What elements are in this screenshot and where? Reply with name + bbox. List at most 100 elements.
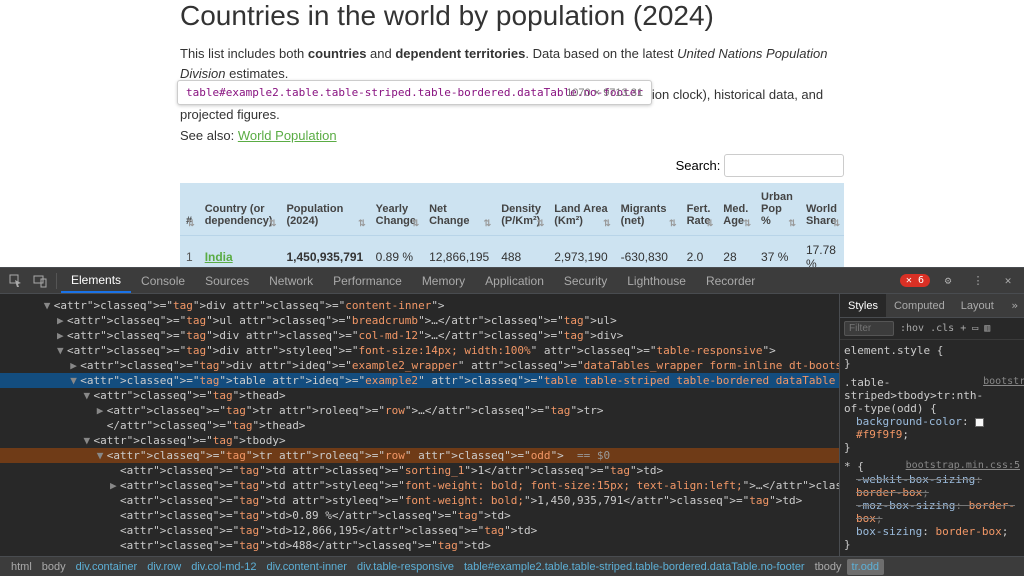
css-rule[interactable]: element.style {}: [844, 344, 1020, 370]
dom-node[interactable]: <attr">classeq">="tag">td attr">classeq"…: [0, 463, 839, 478]
column-header[interactable]: Density (P/Km²)⇅: [495, 183, 548, 236]
world-population-link[interactable]: World Population: [238, 128, 337, 143]
inspector-tooltip: table#example2.table.table-striped.table…: [177, 80, 652, 105]
sort-icon: ⇅: [788, 220, 796, 227]
sort-icon: ⇅: [269, 220, 277, 227]
breadcrumb-item[interactable]: tr.odd: [847, 559, 885, 575]
devtools-tab[interactable]: Network: [259, 268, 323, 293]
sort-icon: ⇅: [603, 220, 611, 227]
dom-node[interactable]: ▶<attr">classeq">="tag">tr attr">roleeq"…: [0, 403, 839, 418]
devtools-tab[interactable]: Performance: [323, 268, 412, 293]
sort-icon: ⇅: [832, 220, 840, 227]
dom-node[interactable]: <attr">classeq">="tag">td>488</attr">cla…: [0, 538, 839, 553]
styles-panel: StylesComputedLayout» :hov .cls + ▭ ▥ el…: [839, 294, 1024, 556]
table-cell: 488: [495, 235, 548, 267]
breadcrumb-item[interactable]: div.col-md-12: [186, 559, 261, 575]
dom-breadcrumb[interactable]: htmlbodydiv.containerdiv.rowdiv.col-md-1…: [0, 556, 1024, 576]
breadcrumb-item[interactable]: div.content-inner: [261, 559, 352, 575]
column-header[interactable]: Net Change⇅: [423, 183, 495, 236]
close-icon[interactable]: ✕: [1000, 273, 1016, 289]
column-header[interactable]: Country (or dependency)⇅: [199, 183, 281, 236]
sort-icon: ⇅: [706, 220, 714, 227]
column-header[interactable]: #⇅: [180, 183, 199, 236]
styles-tab[interactable]: Computed: [886, 294, 953, 317]
dom-tree[interactable]: ▼<attr">classeq">="tag">div attr">classe…: [0, 294, 839, 556]
dom-node[interactable]: ▶<attr">classeq">="tag">td attr">styleeq…: [0, 478, 839, 493]
styles-tab[interactable]: Styles: [840, 294, 886, 317]
sort-icon: ⇅: [537, 220, 545, 227]
country-link[interactable]: India: [205, 250, 233, 264]
population-table: #⇅Country (or dependency)⇅Population (20…: [180, 183, 844, 268]
dom-node[interactable]: </attr">classeq">="tag">thead>: [0, 418, 839, 433]
settings-icon[interactable]: ⚙: [940, 273, 956, 289]
dom-node[interactable]: ▶<attr">classeq">="tag">div attr">classe…: [0, 328, 839, 343]
dom-node[interactable]: <attr">classeq">="tag">td>0.89 %</attr">…: [0, 508, 839, 523]
breadcrumb-item[interactable]: tbody: [810, 559, 847, 575]
devtools-tab[interactable]: Sources: [195, 268, 259, 293]
css-rule[interactable]: .table-striped>tbody>tr:nth-of-type(odd)…: [844, 376, 1020, 454]
sort-icon: ⇅: [669, 220, 677, 227]
devtools-tab[interactable]: Console: [131, 268, 195, 293]
devtools-tab[interactable]: Elements: [61, 268, 131, 293]
table-cell: -630,830: [615, 235, 681, 267]
sort-icon: ⇅: [187, 220, 195, 227]
table-cell: 17.78 %: [800, 235, 844, 267]
dom-node[interactable]: <attr">classeq">="tag">td attr">styleeq"…: [0, 493, 839, 508]
table-cell: 2.0: [681, 235, 718, 267]
page-title: Countries in the world by population (20…: [180, 0, 844, 32]
breadcrumb-item[interactable]: table#example2.table.table-striped.table…: [459, 559, 810, 575]
dom-node[interactable]: ▼<attr">classeq">="tag">div attr">classe…: [0, 298, 839, 313]
table-cell: 2,973,190: [548, 235, 614, 267]
table-cell: 1: [180, 235, 199, 267]
dom-node[interactable]: ▶<attr">classeq">="tag">div attr">ideq">…: [0, 358, 839, 373]
breadcrumb-item[interactable]: div.table-responsive: [352, 559, 459, 575]
computed-icon[interactable]: ▭: [972, 323, 978, 334]
devtools-tab[interactable]: Memory: [412, 268, 475, 293]
dom-node[interactable]: ▶<attr">classeq">="tag">ul attr">classeq…: [0, 313, 839, 328]
sort-icon: ⇅: [484, 220, 492, 227]
dom-node[interactable]: ▼<attr">classeq">="tag">thead>: [0, 388, 839, 403]
flex-icon[interactable]: ▥: [984, 323, 990, 334]
column-header[interactable]: World Share⇅: [800, 183, 844, 236]
devtools-toolbar: ElementsConsoleSourcesNetworkPerformance…: [0, 268, 1024, 294]
dom-node[interactable]: ▼<attr">classeq">="tag">table attr">ideq…: [0, 373, 839, 388]
column-header[interactable]: Yearly Change⇅: [370, 183, 423, 236]
column-header[interactable]: Population (2024)⇅: [280, 183, 369, 236]
sort-icon: ⇅: [412, 220, 420, 227]
sort-icon: ⇅: [358, 220, 366, 227]
breadcrumb-item[interactable]: html: [6, 559, 37, 575]
styles-tab[interactable]: Layout: [953, 294, 1002, 317]
dom-node[interactable]: ▼<attr">classeq">="tag">tbody>: [0, 433, 839, 448]
more-tabs-icon[interactable]: »: [1005, 299, 1024, 312]
error-badge[interactable]: ✕ 6: [900, 274, 930, 287]
table-cell: 12,866,195: [423, 235, 495, 267]
column-header[interactable]: Migrants (net)⇅: [615, 183, 681, 236]
more-icon[interactable]: ⋮: [970, 273, 986, 289]
inspect-icon[interactable]: [8, 273, 24, 289]
devtools-panel: ElementsConsoleSourcesNetworkPerformance…: [0, 267, 1024, 576]
column-header[interactable]: Land Area (Km²)⇅: [548, 183, 614, 236]
column-header[interactable]: Med. Age⇅: [717, 183, 755, 236]
add-rule-icon[interactable]: +: [960, 323, 966, 334]
device-icon[interactable]: [32, 273, 48, 289]
column-header[interactable]: Urban Pop %⇅: [755, 183, 800, 236]
dom-node[interactable]: ▼<attr">classeq">="tag">div attr">stylee…: [0, 343, 839, 358]
table-cell: 1,450,935,791: [280, 235, 369, 267]
devtools-tab[interactable]: Application: [475, 268, 554, 293]
devtools-tab[interactable]: Recorder: [696, 268, 765, 293]
sort-icon: ⇅: [744, 220, 752, 227]
devtools-tab[interactable]: Security: [554, 268, 617, 293]
dom-node[interactable]: <attr">classeq">="tag">td>12,866,195</at…: [0, 523, 839, 538]
css-rule[interactable]: * {bootstrap.min.css:5-webkit-box-sizing…: [844, 460, 1020, 551]
search-input[interactable]: [724, 154, 844, 177]
table-cell: 0.89 %: [370, 235, 423, 267]
dom-node[interactable]: ▼<attr">classeq">="tag">tr attr">roleeq"…: [0, 448, 839, 463]
styles-filter-input[interactable]: [844, 321, 894, 336]
breadcrumb-item[interactable]: body: [37, 559, 71, 575]
table-row: 1 India 1,450,935,7910.89 %12,866,1954882,…: [180, 235, 844, 267]
breadcrumb-item[interactable]: div.row: [142, 559, 186, 575]
breadcrumb-item[interactable]: div.container: [71, 559, 143, 575]
column-header[interactable]: Fert. Rate⇅: [681, 183, 718, 236]
hov-cls-hints[interactable]: :hov .cls: [900, 323, 954, 334]
devtools-tab[interactable]: Lighthouse: [617, 268, 696, 293]
